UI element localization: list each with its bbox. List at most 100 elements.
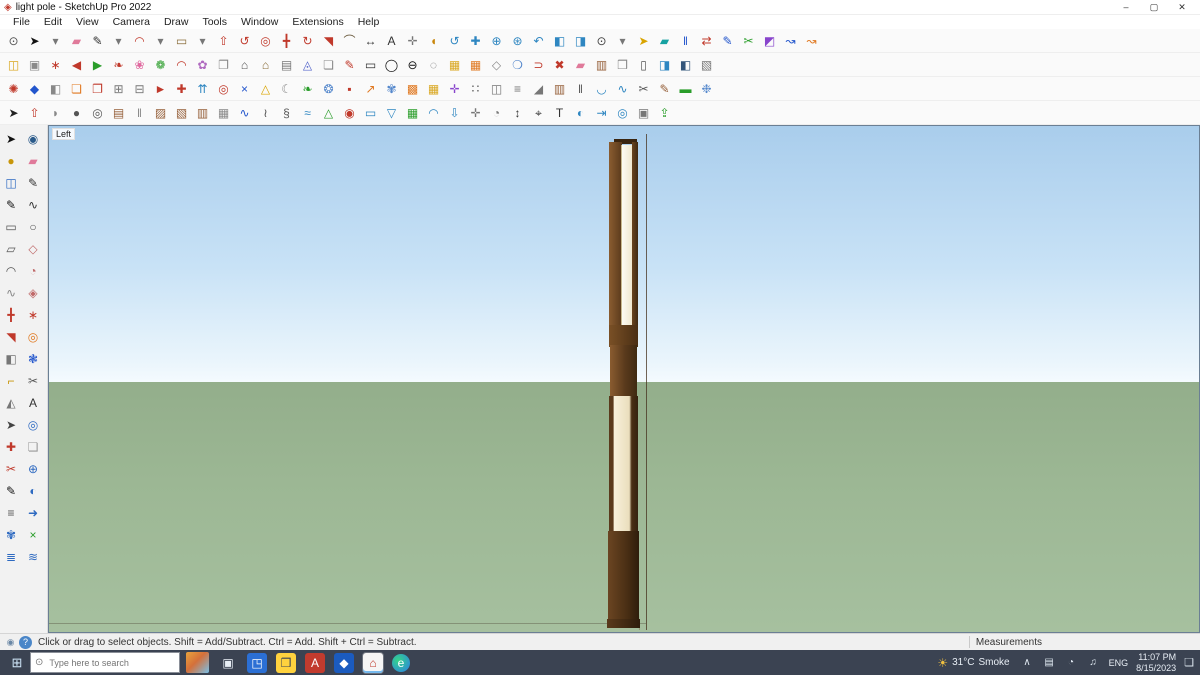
cut-icon[interactable]: ✂ [1, 459, 21, 479]
wave-blue-icon[interactable]: ∿ [612, 78, 633, 99]
box-red-small-icon[interactable]: ▪ [339, 78, 360, 99]
scissors-green-icon[interactable]: ✂ [738, 30, 759, 51]
swap-red-blue-icon[interactable]: ⇄ [696, 30, 717, 51]
line-icon[interactable]: ✎ [87, 30, 108, 51]
follow-me-icon[interactable]: ↺ [234, 30, 255, 51]
zoom-in-icon[interactable]: ⊕ [486, 30, 507, 51]
curl-orange-icon[interactable]: ↝ [801, 30, 822, 51]
target-red-icon[interactable]: ◎ [213, 78, 234, 99]
flatten-icon[interactable]: ▭ [360, 102, 381, 123]
position-camera-icon[interactable]: ◎ [612, 102, 633, 123]
sketchup-icon[interactable]: ⌂ [363, 652, 383, 673]
spring-icon[interactable]: ≀ [255, 102, 276, 123]
flag-red-icon[interactable]: ► [150, 78, 171, 99]
geolocation-icon[interactable]: ◉ [4, 636, 17, 649]
pen-black-icon[interactable]: ✎ [1, 481, 21, 501]
arc-tool-icon[interactable]: ◠ [1, 261, 21, 281]
start-button[interactable]: ⊞ [4, 655, 30, 671]
window-minus-icon[interactable]: ⊟ [129, 78, 150, 99]
card-pink-icon[interactable]: ▰ [23, 151, 43, 171]
3d-viewport[interactable]: Left [48, 125, 1200, 633]
book-icon[interactable]: ❒ [612, 54, 633, 75]
diamond-pink-icon[interactable]: ◈ [23, 283, 43, 303]
stamp-red-icon[interactable]: ◉ [339, 102, 360, 123]
maximize-button[interactable]: ▢ [1140, 2, 1168, 13]
plus-purple-icon[interactable]: ✛ [444, 78, 465, 99]
search-highlights-icon[interactable] [186, 652, 209, 673]
grid-orange-2-icon[interactable]: ▩ [402, 78, 423, 99]
magnet-red-icon[interactable]: ⊃ [528, 54, 549, 75]
orbit-icon[interactable]: ↺ [444, 30, 465, 51]
orbit-eye-icon[interactable]: ◉ [23, 129, 43, 149]
panel-brown-icon[interactable]: ▥ [591, 54, 612, 75]
dimension-icon[interactable]: ↔ [360, 30, 381, 51]
push-red-icon[interactable]: ⇧ [24, 102, 45, 123]
swirl-icon[interactable]: ✾ [1, 525, 21, 545]
grid-yellow-icon[interactable]: ▦ [444, 54, 465, 75]
fence-brown-icon[interactable]: ▥ [549, 78, 570, 99]
offset-orange-icon[interactable]: ◎ [23, 327, 43, 347]
pin-cross-icon[interactable]: ✚ [1, 437, 21, 457]
door-icon[interactable]: ▯ [633, 54, 654, 75]
select-small-icon[interactable]: ➤ [1, 415, 21, 435]
pan-icon[interactable]: ✚ [465, 30, 486, 51]
select-icon[interactable]: ➤ [1, 129, 21, 149]
scissors-icon[interactable]: ✂ [633, 78, 654, 99]
board-diag-icon[interactable]: ▨ [150, 102, 171, 123]
eraser-pink-icon[interactable]: ▰ [570, 54, 591, 75]
menu-extensions[interactable]: Extensions [285, 16, 350, 28]
freehand-icon[interactable]: ∿ [23, 195, 43, 215]
burst-icon[interactable]: ∗ [23, 305, 43, 325]
drop-red-icon[interactable]: ❧ [108, 54, 129, 75]
scale-icon[interactable]: ◥ [318, 30, 339, 51]
pencil-red-icon[interactable]: ✎ [339, 54, 360, 75]
look-icon[interactable]: ◐ [23, 481, 43, 501]
leaf-green-icon[interactable]: ❁ [150, 54, 171, 75]
half-square-icon[interactable]: ◧ [45, 78, 66, 99]
menu-edit[interactable]: Edit [37, 16, 69, 28]
doc-icon[interactable]: ❏ [318, 54, 339, 75]
menu-window[interactable]: Window [234, 16, 285, 28]
grid-2-icon[interactable]: ▦ [213, 102, 234, 123]
smooth-arc-icon[interactable]: ◠ [423, 102, 444, 123]
zoom-extents-icon[interactable]: ⊛ [507, 30, 528, 51]
blue-app-icon[interactable]: ◆ [334, 652, 354, 673]
wave-2-icon[interactable]: ≈ [297, 102, 318, 123]
screen-navy-icon[interactable]: ◧ [675, 54, 696, 75]
hexagon-icon[interactable]: ◇ [486, 54, 507, 75]
terrain-icon[interactable]: △ [318, 102, 339, 123]
layers-blue-icon[interactable]: ≣ [1, 547, 21, 567]
arc-icon[interactable]: ◠ [129, 30, 150, 51]
task-view-icon[interactable]: ▣ [218, 653, 238, 673]
image-frame-icon[interactable]: ▣ [633, 102, 654, 123]
pie-icon[interactable]: ◔ [23, 261, 43, 281]
key-gold-icon[interactable]: ⌐ [1, 371, 21, 391]
dots-grid-icon[interactable]: ∷ [465, 78, 486, 99]
curl-blue-icon[interactable]: ↝ [780, 30, 801, 51]
half-grid-icon[interactable]: ◧ [1, 349, 21, 369]
pencil-blue-icon[interactable]: ✎ [717, 30, 738, 51]
coin-gold-icon[interactable]: ● [1, 151, 21, 171]
arrow-down-icon[interactable]: ⇩ [444, 102, 465, 123]
shapes-dropdown-icon[interactable]: ▾ [192, 30, 213, 51]
select-icon[interactable]: ➤ [24, 30, 45, 51]
flower-blue-icon[interactable]: ❃ [23, 349, 43, 369]
export-up-icon[interactable]: ⇪ [654, 102, 675, 123]
disc-icon[interactable]: ● [66, 102, 87, 123]
text-3d-icon[interactable]: T [549, 102, 570, 123]
polygon-icon[interactable]: ◇ [23, 239, 43, 259]
walk-icon[interactable]: ⇥ [591, 102, 612, 123]
bars-icon[interactable]: ≡ [1, 503, 21, 523]
grid-gold-icon[interactable]: ▦ [423, 78, 444, 99]
help-icon[interactable]: ? [19, 635, 32, 649]
rectangle-icon[interactable]: ▭ [1, 217, 21, 237]
stairs-icon[interactable]: ≡ [507, 78, 528, 99]
oval-filled-icon[interactable]: ⊖ [402, 54, 423, 75]
language-indicator[interactable]: ENG [1109, 658, 1129, 668]
network-icon[interactable]: ◔ [1064, 655, 1079, 670]
hidden-icons-chevron-icon[interactable]: ∧ [1020, 655, 1035, 670]
dim-vertical-icon[interactable]: ↕ [507, 102, 528, 123]
scissors-icon[interactable]: ✂ [23, 371, 43, 391]
solid-tools-icon[interactable]: ‖ [675, 30, 696, 51]
arc-tool-red-icon[interactable]: ◠ [171, 54, 192, 75]
